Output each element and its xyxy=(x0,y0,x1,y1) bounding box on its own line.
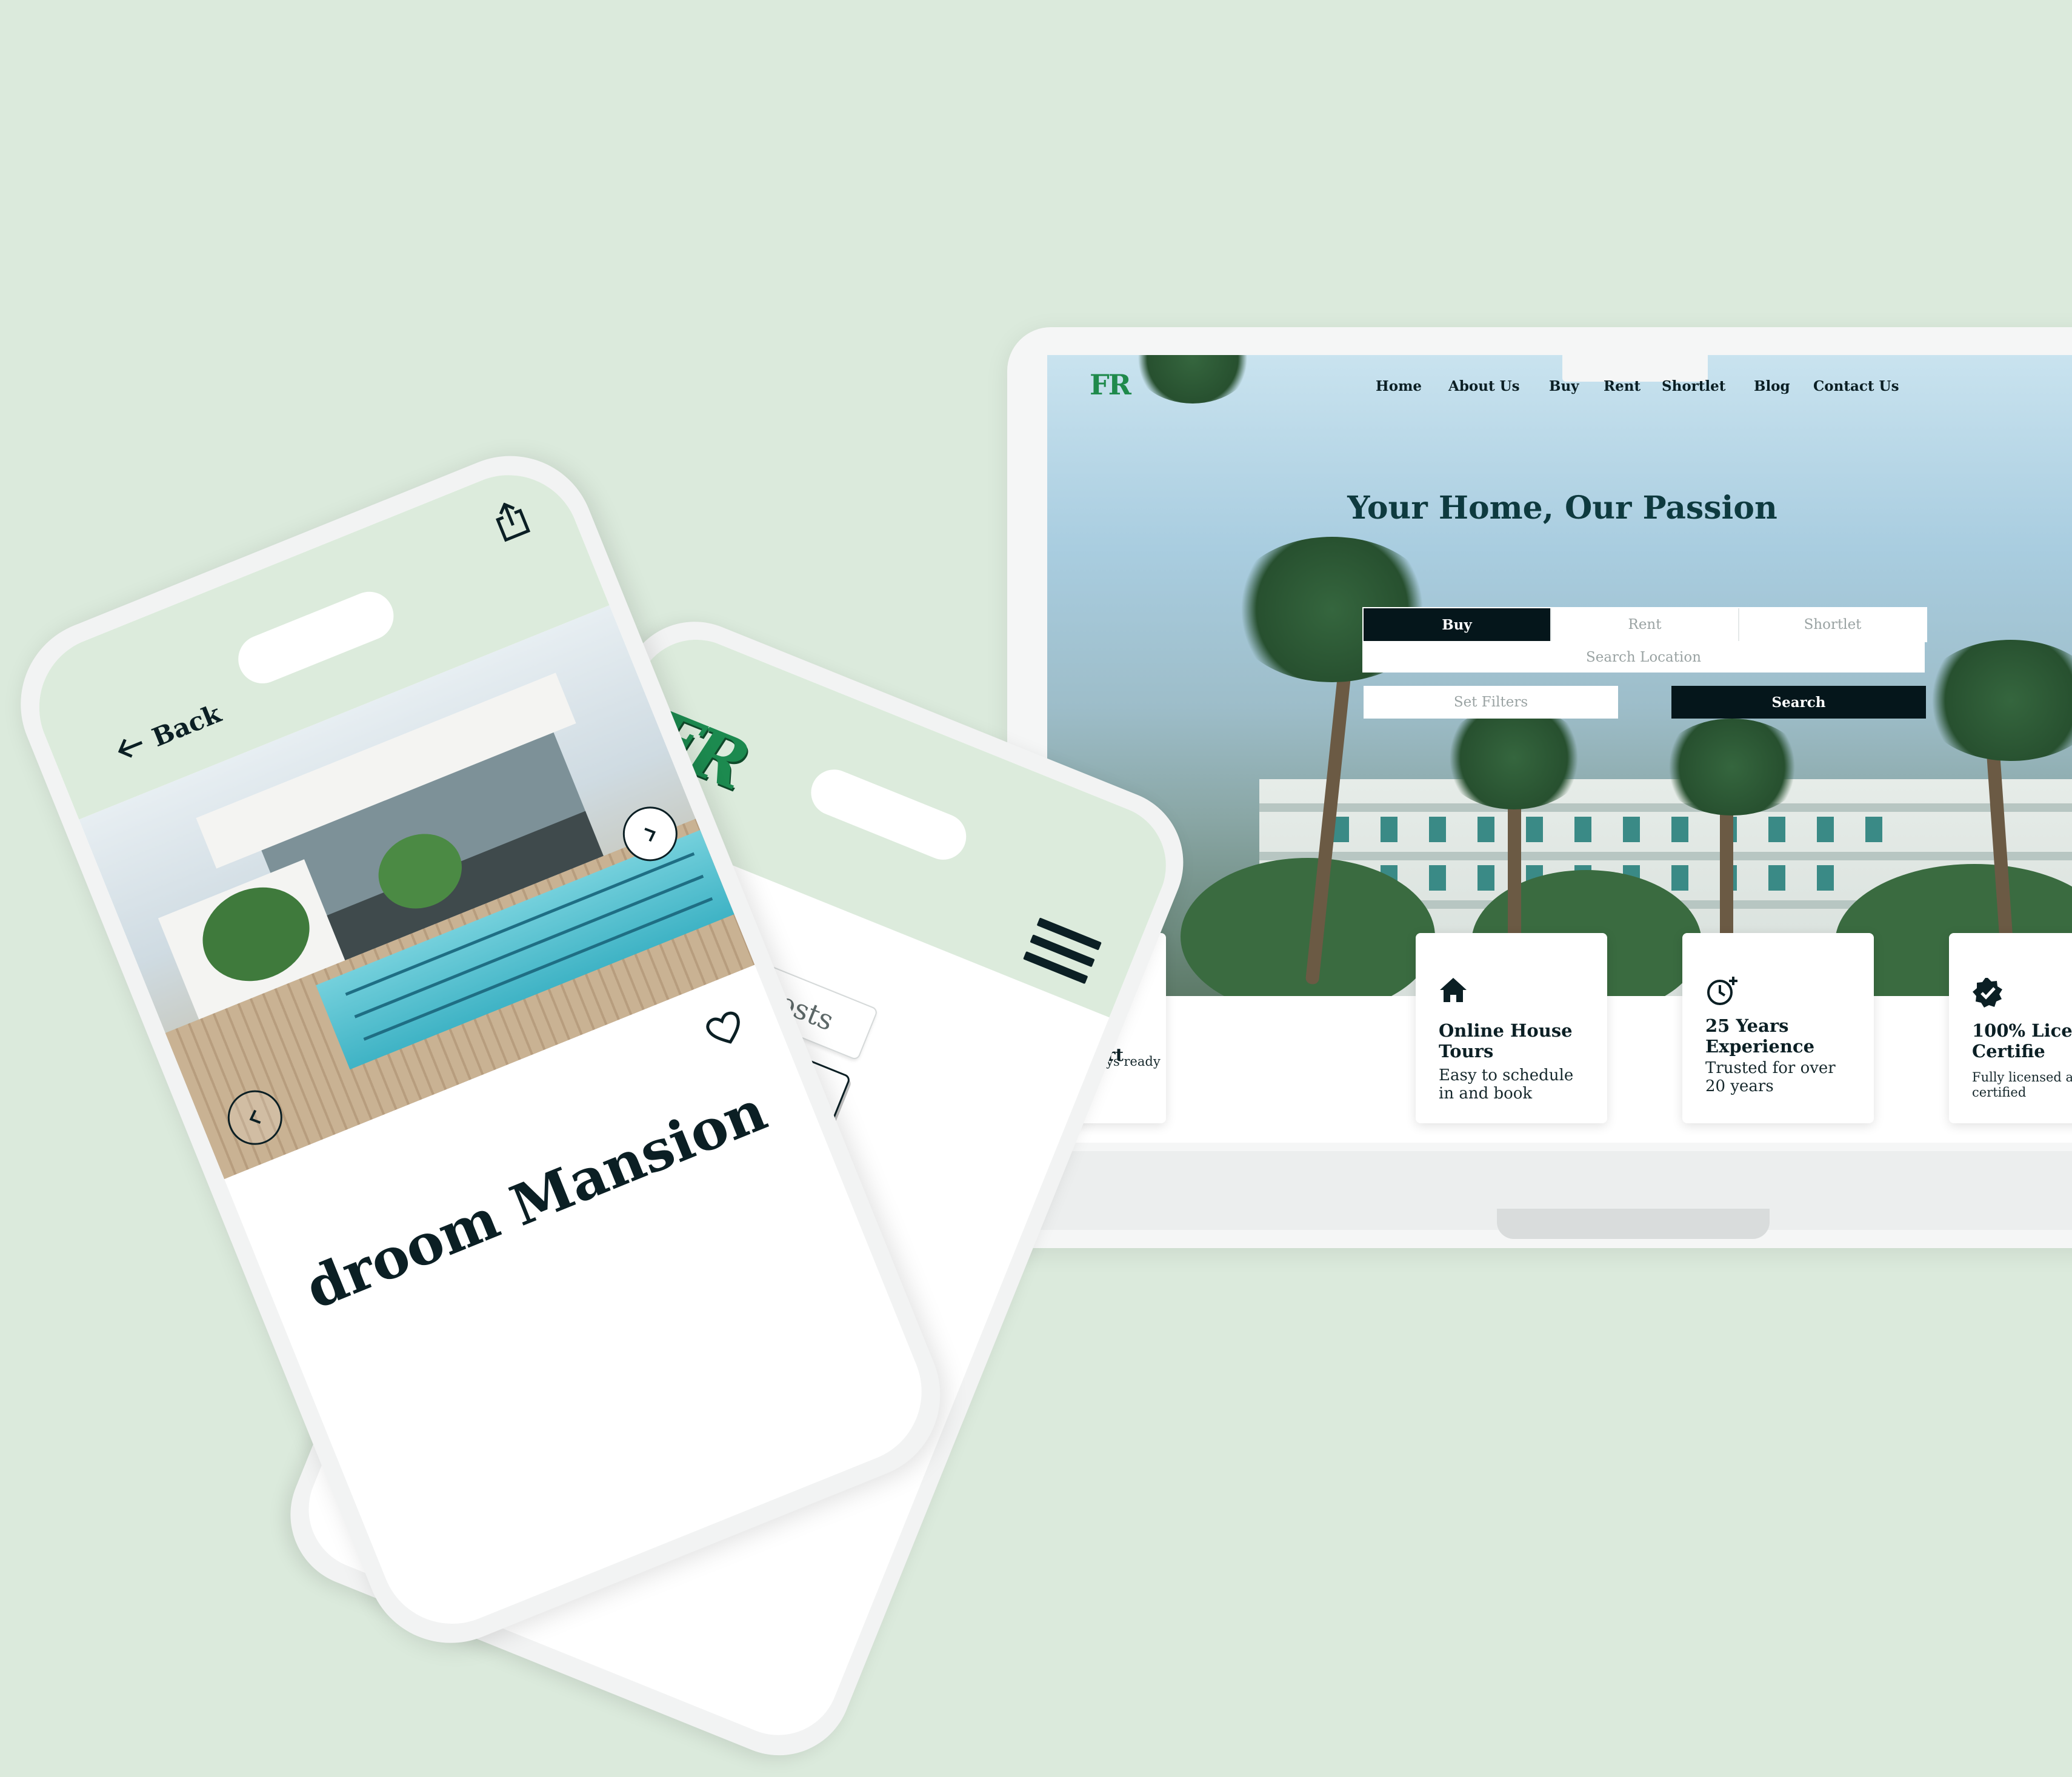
nav-about-us[interactable]: About Us xyxy=(1448,378,1520,394)
set-filters-button[interactable]: Set Filters xyxy=(1364,686,1618,719)
feature-card-house-tours: Online House Tours Easy to schedule in a… xyxy=(1416,933,1607,1123)
site-logo[interactable]: FR xyxy=(1090,368,1131,401)
palm-tree-crown xyxy=(1659,719,1805,815)
tab-rent[interactable]: Rent xyxy=(1550,608,1738,641)
heart-icon[interactable] xyxy=(703,1008,748,1053)
clock-plus-icon xyxy=(1705,975,1739,1008)
building-window xyxy=(1574,817,1591,842)
nav-contact-us[interactable]: Contact Us xyxy=(1813,378,1899,394)
feature-title: 100% Licens and Certifie xyxy=(1972,1020,2072,1061)
building-window xyxy=(1429,817,1446,842)
building-window xyxy=(1768,865,1785,891)
feature-title: Online House Tours xyxy=(1439,1020,1573,1061)
tab-shortlet[interactable]: Shortlet xyxy=(1738,608,1926,641)
feature-title: 25 Years Experience xyxy=(1705,1015,1815,1057)
house-icon xyxy=(1439,977,1468,1006)
feature-card-experience: 25 Years Experience Trusted for over 20 … xyxy=(1682,933,1874,1123)
building-balcony xyxy=(1259,852,2072,860)
palm-tree-crown xyxy=(1441,706,1587,809)
building-window xyxy=(1817,817,1834,842)
nav-home[interactable]: Home xyxy=(1376,378,1422,394)
building-window xyxy=(1865,817,1882,842)
desktop-screen: FR Home About Us Buy Rent Shortlet Blog … xyxy=(1047,355,2072,1143)
search-location-input[interactable]: Search Location xyxy=(1362,642,1925,673)
building-window xyxy=(1381,817,1397,842)
building-window xyxy=(1429,865,1446,891)
verified-badge-icon xyxy=(1972,977,2004,1011)
building-window xyxy=(1768,817,1785,842)
laptop-foot xyxy=(1497,1209,1770,1239)
palm-tree-crown xyxy=(1132,355,1253,404)
building-window xyxy=(1817,865,1834,891)
palm-tree-crown xyxy=(1920,640,2072,761)
hero-section xyxy=(1047,355,2072,996)
building-balcony xyxy=(1259,803,2072,812)
nav-shortlet[interactable]: Shortlet xyxy=(1662,378,1725,394)
search-type-tabs: Buy Rent Shortlet xyxy=(1362,607,1927,642)
feature-card-licensed: 100% Licens and Certifie Fully licensed … xyxy=(1949,933,2072,1123)
building-window xyxy=(1671,817,1688,842)
nav-blog[interactable]: Blog xyxy=(1754,378,1790,394)
feature-desc: Trusted for over 20 years xyxy=(1705,1059,1836,1095)
building-window xyxy=(1477,817,1494,842)
building-window xyxy=(1671,865,1688,891)
search-button[interactable]: Search xyxy=(1671,686,1926,719)
feature-desc: Easy to schedule in and book xyxy=(1439,1066,1574,1103)
nav-rent[interactable]: Rent xyxy=(1604,378,1641,394)
nav-buy[interactable]: Buy xyxy=(1549,378,1579,394)
building-window xyxy=(1526,817,1543,842)
building-window xyxy=(1477,865,1494,891)
feature-desc: Fully licensed ar certified xyxy=(1972,1070,2072,1100)
hero-title: Your Home, Our Passion xyxy=(1347,490,1777,526)
listing-phone-screen: Back droom Mansion xyxy=(18,453,944,1646)
tab-buy[interactable]: Buy xyxy=(1364,608,1550,641)
building-window xyxy=(1623,817,1640,842)
